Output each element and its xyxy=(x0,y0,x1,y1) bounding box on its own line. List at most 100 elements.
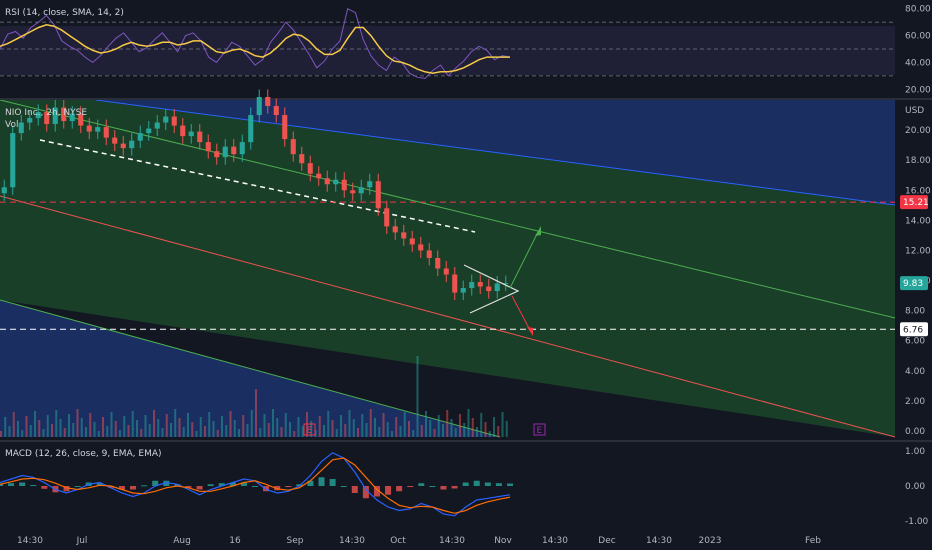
candle-body[interactable] xyxy=(307,163,313,174)
macd-histogram-bar xyxy=(196,486,203,490)
candle-body[interactable] xyxy=(154,122,160,129)
volume-bar xyxy=(178,418,181,437)
candle-body[interactable] xyxy=(418,244,424,251)
candle-body[interactable] xyxy=(163,116,169,123)
time-axis-tick: Aug xyxy=(173,536,191,546)
candle-body[interactable] xyxy=(409,238,415,245)
candle-body[interactable] xyxy=(282,115,288,140)
earnings-marker-label: E xyxy=(537,426,543,436)
candle-body[interactable] xyxy=(392,226,398,233)
candle-body[interactable] xyxy=(426,250,432,258)
candle-body[interactable] xyxy=(341,179,347,191)
candle-body[interactable] xyxy=(299,154,305,164)
volume-bar xyxy=(327,411,330,437)
candle-body[interactable] xyxy=(469,282,475,289)
macd-y-tick: 0.00 xyxy=(905,482,925,492)
time-axis-tick: 14:30 xyxy=(17,536,43,546)
candle-body[interactable] xyxy=(103,127,109,138)
volume-bar xyxy=(12,412,15,437)
rsi-y-tick: 60.00 xyxy=(905,32,931,42)
candle-body[interactable] xyxy=(86,125,92,132)
candle-body[interactable] xyxy=(1,187,7,194)
chart-canvas[interactable]: RSI (14, close, SMA, 14, 2) 80.00 60.00 40… xyxy=(0,0,932,550)
candle-body[interactable] xyxy=(443,268,449,275)
macd-histogram-bar xyxy=(451,486,458,489)
candle-body[interactable] xyxy=(27,118,33,123)
macd-histogram-bar xyxy=(318,477,325,486)
candle-body[interactable] xyxy=(120,143,126,149)
candle-body[interactable] xyxy=(350,190,356,194)
volume-bar xyxy=(165,414,168,437)
candle-body[interactable] xyxy=(18,122,24,134)
candle-body[interactable] xyxy=(477,282,483,287)
candle-body[interactable] xyxy=(358,187,364,194)
volume-bar xyxy=(68,414,70,437)
candle-body[interactable] xyxy=(273,106,279,116)
candle-body[interactable] xyxy=(180,125,186,137)
macd-histogram-bar xyxy=(285,486,292,488)
macd-histogram-bar xyxy=(41,486,48,489)
volume-bar xyxy=(25,416,28,437)
pane-separator-top[interactable] xyxy=(0,98,932,100)
candle-body[interactable] xyxy=(248,115,254,143)
candle-body[interactable] xyxy=(129,140,135,149)
volume-bar xyxy=(412,430,415,437)
candle-body[interactable] xyxy=(222,146,228,158)
volume-bar xyxy=(267,423,270,437)
macd-histogram-bar xyxy=(429,486,436,487)
candle-body[interactable] xyxy=(112,137,118,144)
volume-bar xyxy=(323,425,325,437)
time-axis-tick: 14:30 xyxy=(646,536,672,546)
pane-separator-bottom[interactable] xyxy=(0,440,932,442)
candle-body[interactable] xyxy=(265,96,271,107)
candle-body[interactable] xyxy=(10,133,16,188)
candle-body[interactable] xyxy=(324,178,330,185)
candle-body[interactable] xyxy=(384,208,390,227)
candle-body[interactable] xyxy=(460,288,466,293)
candle-body[interactable] xyxy=(146,128,152,134)
volume-bar xyxy=(174,409,177,437)
candle-body[interactable] xyxy=(333,179,339,185)
candle-body[interactable] xyxy=(231,146,237,155)
volume-bar xyxy=(216,430,219,437)
candle-body[interactable] xyxy=(452,274,458,293)
volume-bar xyxy=(195,431,198,437)
candle-body[interactable] xyxy=(214,151,220,158)
volume-bar xyxy=(335,429,338,437)
candle-body[interactable] xyxy=(171,116,177,126)
volume-bar xyxy=(476,427,478,437)
candle-body[interactable] xyxy=(401,232,407,239)
macd-histogram-bar xyxy=(74,486,81,487)
candle-body[interactable] xyxy=(290,139,296,155)
candle-body[interactable] xyxy=(486,286,492,292)
volume-bar xyxy=(378,427,381,437)
volume-bar xyxy=(497,426,500,437)
macd-histogram-bar xyxy=(8,483,15,486)
volume-bar xyxy=(484,422,487,437)
candle-body[interactable] xyxy=(95,127,101,132)
volume-bar xyxy=(259,428,262,437)
volume-bar xyxy=(21,430,24,437)
candle-body[interactable] xyxy=(205,142,211,152)
candle-body[interactable] xyxy=(435,257,441,269)
volume-bar xyxy=(89,413,92,437)
candle-body[interactable] xyxy=(316,173,322,179)
candle-body[interactable] xyxy=(367,181,373,188)
price-y-tick: 18.00 xyxy=(905,156,931,166)
rsi-y-tick: 40.00 xyxy=(905,58,931,68)
candle-body[interactable] xyxy=(256,96,262,116)
candle-body[interactable] xyxy=(375,181,381,209)
candle-body[interactable] xyxy=(137,133,143,141)
volume-bar xyxy=(114,421,117,437)
candle-body[interactable] xyxy=(494,283,500,292)
candle-body[interactable] xyxy=(197,131,203,143)
volume-bar xyxy=(144,415,147,437)
volume-bar xyxy=(85,427,87,437)
time-axis-tick: Feb xyxy=(805,536,821,546)
volume-bar xyxy=(297,417,300,437)
time-axis-tick: 2023 xyxy=(699,536,722,546)
candle-body[interactable] xyxy=(188,131,194,137)
candle-body[interactable] xyxy=(239,142,245,155)
volume-bar xyxy=(365,423,368,437)
rsi-title: RSI (14, close, SMA, 14, 2) xyxy=(5,8,124,18)
